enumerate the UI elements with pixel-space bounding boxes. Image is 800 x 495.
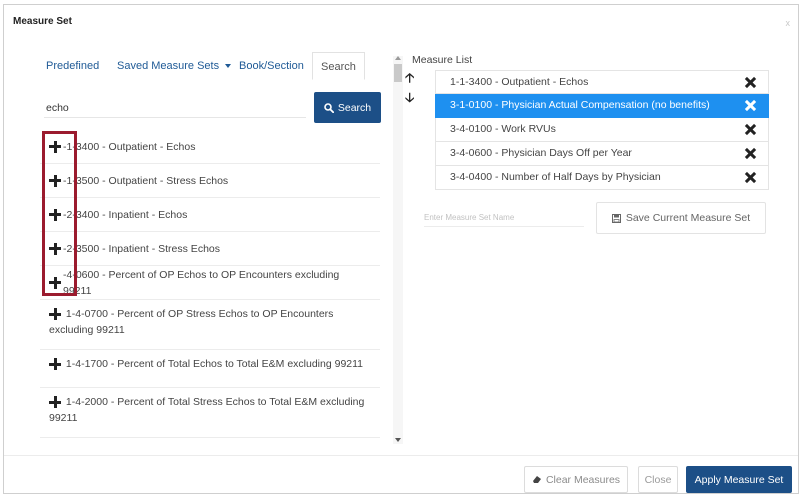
measure-item-text: 1-1-3400 - Outpatient - Echos xyxy=(450,76,589,88)
result-row: -1-3500 - Outpatient - Stress Echos xyxy=(40,164,380,198)
measure-item-text: 3-1-0100 - Physician Actual Compensation… xyxy=(450,99,710,111)
measure-list: 1-1-3400 - Outpatient - Echos 3-1-0100 -… xyxy=(435,70,769,190)
apply-label: Apply Measure Set xyxy=(694,473,784,486)
result-text: -2-3400 - Inpatient - Echos xyxy=(63,208,188,221)
tab-book-section[interactable]: Book/Section xyxy=(231,52,312,80)
result-row: 1-4-2000 - Percent of Total Stress Echos… xyxy=(40,388,380,438)
plus-icon[interactable] xyxy=(49,242,61,255)
search-icon xyxy=(324,102,334,113)
save-current-measure-set-button[interactable]: Save Current Measure Set xyxy=(596,202,766,234)
measure-item-text: 3-4-0100 - Work RVUs xyxy=(450,123,556,135)
plus-icon[interactable] xyxy=(49,208,61,221)
result-text: -1-3400 - Outpatient - Echos xyxy=(63,140,196,153)
close-icon[interactable]: x xyxy=(786,19,791,28)
plus-icon[interactable] xyxy=(49,308,61,321)
clear-measures-button[interactable]: Clear Measures xyxy=(524,466,628,493)
remove-x-icon[interactable] xyxy=(745,124,756,135)
tab-label: Saved Measure Sets xyxy=(117,60,220,72)
scroll-down-arrow-icon[interactable] xyxy=(395,438,401,442)
result-row: -2-3500 - Inpatient - Stress Echos xyxy=(40,232,380,266)
remove-x-icon[interactable] xyxy=(745,172,756,183)
search-input[interactable]: echo xyxy=(46,102,69,114)
tab-predefined[interactable]: Predefined xyxy=(38,52,107,80)
result-row: -1-3400 - Outpatient - Echos xyxy=(40,130,380,164)
result-row: -2-3400 - Inpatient - Echos xyxy=(40,198,380,232)
result-text: -1-3500 - Outpatient - Stress Echos xyxy=(63,174,229,187)
plus-icon[interactable] xyxy=(49,276,61,289)
move-up-arrow-icon[interactable]: 🡡 xyxy=(405,71,414,84)
measure-item-text: 3-4-0400 - Number of Half Days by Physic… xyxy=(450,171,661,183)
measure-item-text: 3-4-0600 - Physician Days Off per Year xyxy=(450,147,632,159)
result-text: -2-3500 - Inpatient - Stress Echos xyxy=(63,242,220,255)
footer-divider xyxy=(4,455,798,456)
apply-measure-set-button[interactable]: Apply Measure Set xyxy=(686,466,792,493)
tab-label: Search xyxy=(321,61,356,73)
remove-x-icon[interactable] xyxy=(745,77,756,88)
move-down-arrow-icon[interactable]: 🡣 xyxy=(405,91,414,104)
tab-saved-measure-sets[interactable]: Saved Measure Sets xyxy=(109,52,239,80)
result-text: 1-4-1700 - Percent of Total Echos to Tot… xyxy=(65,358,364,370)
floppy-disk-icon xyxy=(611,213,621,223)
remove-x-icon[interactable] xyxy=(745,100,756,111)
scroll-thumb[interactable] xyxy=(394,64,402,82)
search-input-underline xyxy=(44,117,306,118)
dialog-title: Measure Set xyxy=(13,16,72,27)
measure-list-item[interactable]: 3-4-0400 - Number of Half Days by Physic… xyxy=(435,166,769,190)
search-button-label: Search xyxy=(337,101,372,114)
plus-icon[interactable] xyxy=(49,358,61,371)
tab-search[interactable]: Search xyxy=(312,52,365,80)
measure-list-item[interactable]: 1-1-3400 - Outpatient - Echos xyxy=(435,70,769,94)
tab-label: Book/Section xyxy=(239,60,304,72)
tab-bar: Predefined Saved Measure Sets Book/Secti… xyxy=(36,52,366,80)
close-label: Close xyxy=(644,473,672,486)
plus-icon[interactable] xyxy=(49,396,61,409)
results-scrollbar[interactable] xyxy=(393,56,403,444)
measure-set-name-input[interactable] xyxy=(424,209,584,227)
scroll-up-arrow-icon[interactable] xyxy=(395,56,401,60)
result-row: 1-4-0700 - Percent of OP Stress Echos to… xyxy=(40,300,380,350)
save-set-label: Save Current Measure Set xyxy=(625,212,751,224)
result-text: 1-4-2000 - Percent of Total Stress Echos… xyxy=(49,396,365,424)
plus-icon[interactable] xyxy=(49,140,61,153)
measure-list-item-selected[interactable]: 3-1-0100 - Physician Actual Compensation… xyxy=(435,94,769,118)
result-row: -4-0600 - Percent of OP Echos to OP Enco… xyxy=(40,266,380,300)
result-row: 1-4-1700 - Percent of Total Echos to Tot… xyxy=(40,350,380,388)
measure-list-item[interactable]: 3-4-0100 - Work RVUs xyxy=(435,118,769,142)
eraser-icon xyxy=(532,476,541,483)
clear-measures-label: Clear Measures xyxy=(545,473,621,486)
tab-label: Predefined xyxy=(46,60,100,72)
plus-icon[interactable] xyxy=(49,174,61,187)
measure-list-label: Measure List xyxy=(412,54,473,66)
result-text: -4-0600 - Percent of OP Echos to OP Enco… xyxy=(62,268,340,297)
remove-x-icon[interactable] xyxy=(745,148,756,159)
result-text: 1-4-0700 - Percent of OP Stress Echos to… xyxy=(49,308,334,336)
search-button[interactable]: Search xyxy=(314,92,381,123)
close-button[interactable]: Close xyxy=(638,466,678,493)
search-results-list: -1-3400 - Outpatient - Echos -1-3500 - O… xyxy=(40,130,380,440)
measure-list-item[interactable]: 3-4-0600 - Physician Days Off per Year xyxy=(435,142,769,166)
